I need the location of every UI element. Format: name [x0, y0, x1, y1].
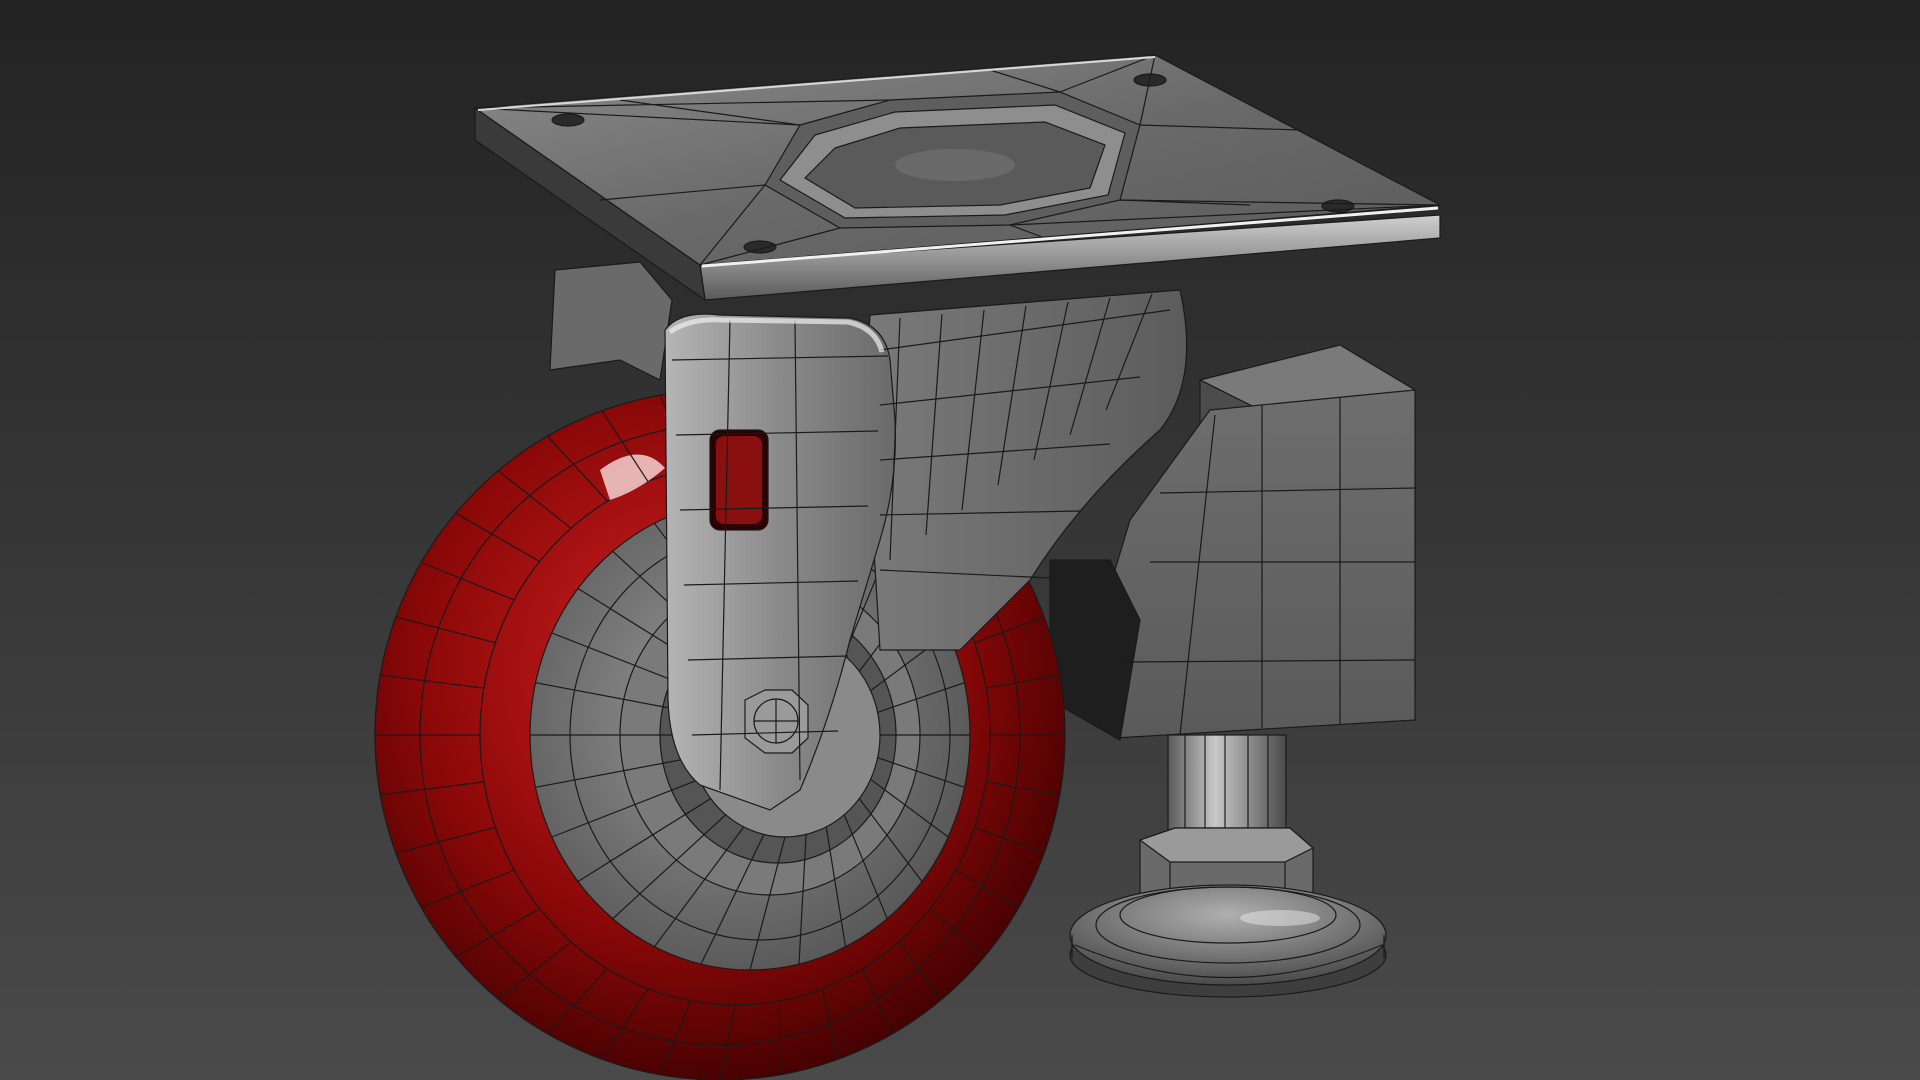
- caster-render: [0, 0, 1920, 1080]
- wireframe-edge: [778, 1000, 781, 1075]
- 3d-viewport[interactable]: [0, 0, 1920, 1080]
- foot-pad-top: [1069, 884, 1387, 986]
- mount-hole-left: [551, 113, 585, 127]
- mount-hole-front: [743, 240, 777, 254]
